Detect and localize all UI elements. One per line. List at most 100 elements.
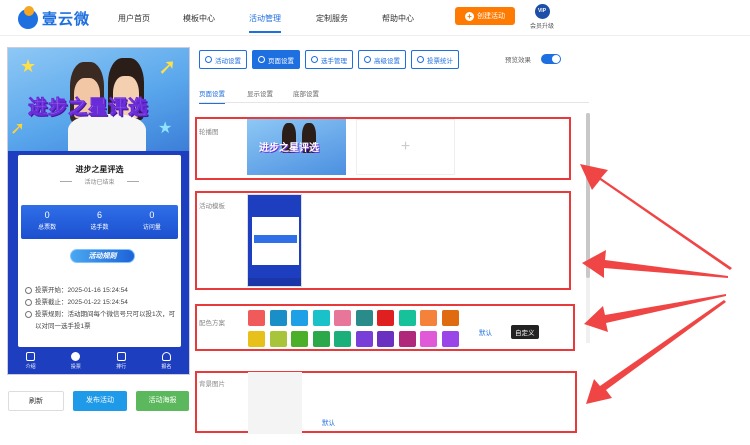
info-row: 投票开始：2025-01-16 15:24:54 [25,285,178,297]
nav-templates[interactable]: 模板中心 [183,13,215,24]
tab-label: 投票 [70,364,81,370]
button-label: 活动设置 [215,57,241,65]
tab-display-settings[interactable]: 显示设置 [247,88,273,98]
activity-status: 活动已结束 [60,177,139,186]
gear-icon [258,56,265,63]
refresh-button[interactable]: 刷新 [8,391,64,411]
carousel-label: 轮播图 [199,129,219,136]
tab-page-settings[interactable]: 页面设置 [199,88,225,104]
button-label: 选手管理 [321,57,347,65]
color-swatch[interactable] [248,331,265,347]
color-swatch[interactable] [398,310,416,326]
annotation-arrows [580,164,732,404]
logo-text: 壹云微 [42,11,91,28]
vote-info: 投票开始：2025-01-16 15:24:54 投票截止：2025-01-22… [25,285,178,333]
nav-help-center[interactable]: 帮助中心 [382,13,414,24]
vip-upgrade[interactable]: VIP 会员升级 [527,4,557,30]
tab-signup[interactable]: 报名 [144,348,189,374]
contestant-management-button[interactable]: 选手管理 [305,50,353,69]
doc-icon [26,352,36,361]
color-swatch[interactable] [441,310,459,326]
stat-label: 总票数 [38,225,57,231]
star-icon: ★ [158,120,173,137]
stat-label: 选手数 [90,225,109,231]
tab-ranking[interactable]: 排行 [99,348,144,374]
template-thumbnail[interactable] [247,194,302,287]
nav-custom-service[interactable]: 定制服务 [316,13,348,24]
star-icon: ★ [20,56,37,76]
color-swatch[interactable] [248,310,265,326]
color-swatch[interactable] [420,310,437,326]
preview-switch[interactable] [541,54,561,64]
vote-statistics-button[interactable]: 投票统计 [411,50,459,69]
button-label: 高级设置 [374,57,400,65]
color-swatch[interactable] [269,310,287,326]
color-swatch[interactable] [377,331,394,347]
top-navbar: 壹云微 用户首页 模板中心 活动管理 定制服务 帮助中心 + 创建活动 VIP … [0,0,750,36]
color-swatch[interactable] [355,310,373,326]
background-image-slot[interactable] [248,372,302,434]
user-icon [161,352,171,361]
plus-icon: + [465,11,474,21]
template-stats [254,235,297,243]
create-activity-button[interactable]: + 创建活动 [455,7,515,25]
sliders-icon [364,56,371,63]
poster-button[interactable]: 活动海报 [136,391,189,411]
rules-button[interactable]: 活动规则 [70,249,135,263]
color-swatch[interactable] [355,331,373,347]
stat-label: 访问量 [142,225,161,231]
advanced-settings-button[interactable]: 高级设置 [358,50,406,69]
vote-rules: 投票规则：活动期间每个微信号只可以投1次，可以对同一选手投1票 [35,311,176,330]
activity-title: 进步之星评选 [75,165,124,174]
stat-contestants: 6 选手数 [73,205,125,239]
template-label: 活动模板 [199,203,225,210]
preview-tabbar: 介绍 投票 排行 报名 [8,348,189,374]
color-default-option[interactable]: 默认 [479,327,492,337]
background-default-option[interactable]: 默认 [322,417,335,427]
publish-button[interactable]: 发布活动 [73,391,127,411]
arrow-shapes [580,164,732,404]
background-label: 背景图片 [199,381,225,388]
color-custom-button[interactable]: 自定义 [511,325,539,339]
button-label: 页面设置 [268,57,294,65]
tab-label: 报名 [161,364,172,370]
page-settings-button[interactable]: 页面设置 [252,50,300,69]
stat-value: 0 [149,210,155,220]
activity-card: 进步之星评选 活动已结束 0 总票数 6 选手数 0 访问量 活动规则 投票开始… [18,155,181,347]
add-carousel-image-button[interactable]: + [356,119,455,175]
preview-label: 预览效果 [505,57,531,64]
color-swatch[interactable] [441,331,459,347]
vip-icon: VIP [534,4,550,19]
color-swatch[interactable] [398,331,416,347]
stat-total-votes: 0 总票数 [21,205,73,239]
color-swatch[interactable] [420,331,437,347]
arrow-up-icon: ➚ [158,54,177,79]
tab-footer-settings[interactable]: 底部设置 [293,88,319,98]
color-swatch[interactable] [291,331,308,347]
nav-activity-management[interactable]: 活动管理 [249,13,281,33]
stat-value: 6 [96,210,102,220]
activity-settings-button[interactable]: 活动设置 [199,50,247,69]
banner-title: 进步之星评选 [28,97,149,119]
color-swatch[interactable] [312,331,330,347]
clock-icon [25,287,32,294]
color-swatch[interactable] [269,331,287,347]
color-swatch[interactable] [377,310,394,326]
button-label: 投票统计 [427,57,453,65]
carousel-image[interactable]: 进步之星评选 [247,119,346,175]
preview-toggle: 预览效果 [505,54,561,64]
create-activity-label: 创建活动 [477,13,505,20]
color-swatch[interactable] [334,310,351,326]
info-row: 投票规则：活动期间每个微信号只可以投1次，可以对同一选手投1票 [25,309,178,333]
vote-icon [71,352,81,361]
color-swatch[interactable] [291,310,308,326]
tab-intro[interactable]: 介绍 [8,348,53,374]
tab-vote[interactable]: 投票 [53,348,98,374]
tab-label: 排行 [116,364,127,370]
color-swatch[interactable] [312,310,330,326]
color-swatch[interactable] [334,331,351,347]
stat-value: 0 [44,210,50,220]
arrow-up-icon: ➚ [10,118,26,138]
nav-home[interactable]: 用户首页 [118,13,150,24]
logo[interactable]: 壹云微 [18,5,91,29]
